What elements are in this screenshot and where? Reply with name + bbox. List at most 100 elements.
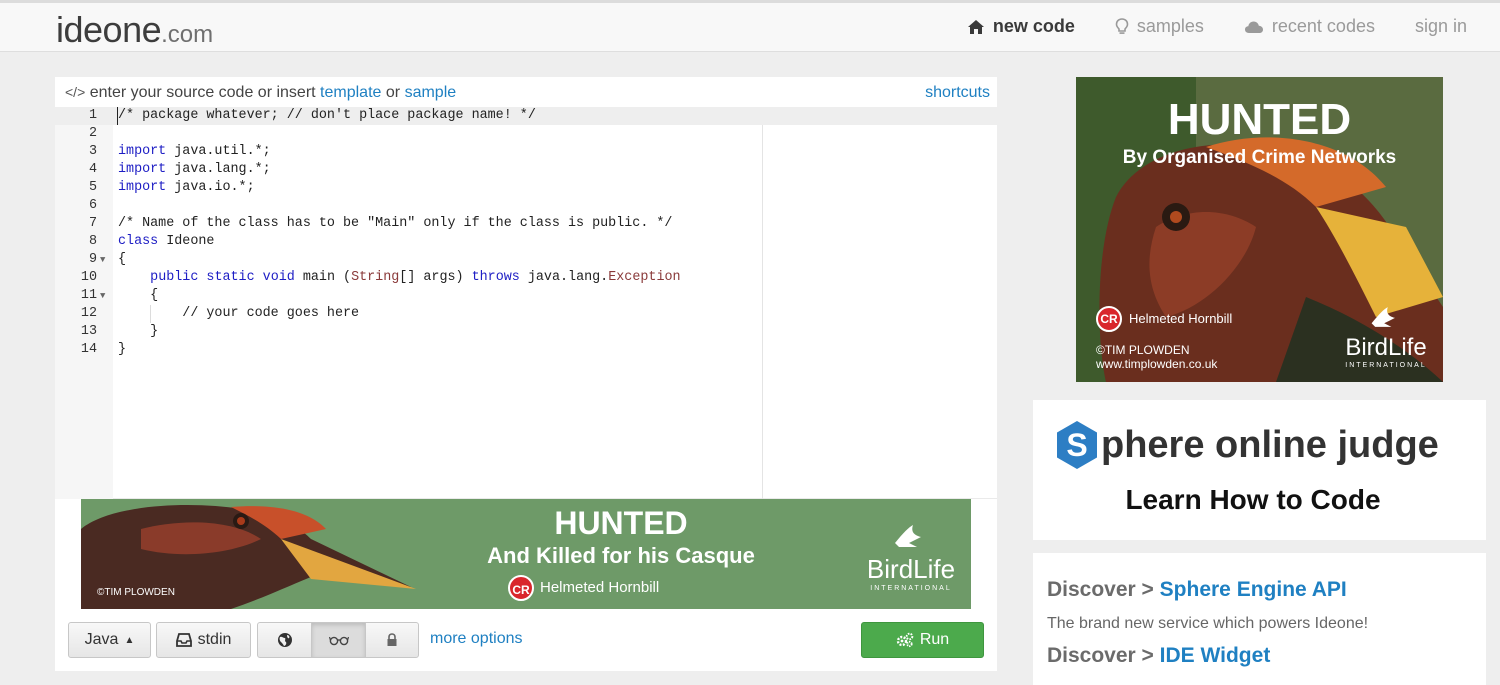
spoj-ad[interactable]: S phere online judge Learn How to Code [1033,400,1486,540]
stdin-button[interactable]: stdin [156,622,251,658]
logo-tld: .com [161,21,214,48]
nav-recent-codes[interactable]: recent codes [1244,16,1375,37]
spoj-brand: S phere online judge [1055,420,1439,470]
fold-arrow-icon[interactable]: ▼ [100,251,105,269]
shortcuts-link[interactable]: shortcuts [925,84,990,102]
code-line-text: } [118,324,159,339]
public-visibility-button[interactable] [257,622,312,658]
ide-widget-link[interactable]: IDE Widget [1160,644,1271,667]
ad-credit-url: www.timplowden.co.uk [1096,357,1218,371]
discover-prefix: Discover > [1047,644,1154,667]
discover-prefix: Discover > [1047,578,1154,601]
code-line[interactable]: 9 ▼ { [55,251,997,269]
run-label: Run [919,631,950,648]
nav-sign-in[interactable]: sign in [1415,16,1467,37]
code-line[interactable]: 13 } [55,323,997,341]
code-line[interactable]: 5 import java.io.*; [55,179,997,197]
code-line[interactable]: 2 [55,125,997,143]
editor-toolbar: Java ▲ stdin more options Run [55,609,997,671]
text-cursor [117,107,118,125]
code-line[interactable]: 11 ▼ { [55,287,997,305]
editor-header-or: or [385,84,401,101]
more-options-link[interactable]: more options [430,630,523,648]
inbox-icon [175,633,192,647]
language-select-button[interactable]: Java ▲ [68,622,151,658]
svg-text:S: S [1066,427,1087,463]
code-line[interactable]: 12 // your code goes here [55,305,997,323]
code-line-text: } [118,342,127,357]
bird-icon [895,525,921,547]
ad-credit-name: ©TIM PLOWDEN [1096,343,1190,357]
nav-new-code[interactable]: new code [967,16,1075,37]
editor-panel: </> enter your source code or insert tem… [55,77,997,671]
ad-credit: ©TIM PLOWDEN www.timplowden.co.uk [1096,343,1217,371]
spoj-logo-icon: S [1057,421,1097,469]
cloud-icon [1244,21,1263,33]
discover-item: Discover > Sphere Engine API [1047,578,1347,602]
top-navbar: ideone.com new code samples recent codes… [0,0,1500,52]
spoj-tagline: Learn How to Code [1125,484,1381,515]
discover-panel: Discover > Sphere Engine API The brand n… [1033,553,1486,685]
birdlife-name: BirdLife [1345,334,1427,361]
banner-species: Helmeted Hornbill [540,579,660,596]
ad-subtitle: By Organised Crime Networks [1122,147,1397,168]
site-logo[interactable]: ideone.com [56,9,213,51]
code-line[interactable]: 10 public static void main (String[] arg… [55,269,997,287]
main-nav: new code samples recent codes sign in [927,16,1467,37]
code-line-text: /* Name of the class has to be "Main" on… [118,216,673,231]
editor-header-prefix: enter your source code or insert [89,84,316,101]
language-label: Java [84,631,119,648]
banner-subtitle: And Killed for his Casque [487,543,755,568]
code-line[interactable]: 3 import java.util.*; [55,143,997,161]
code-editor[interactable]: 1 /* package whatever; // don't place pa… [55,107,997,499]
lock-icon [387,633,397,646]
template-link[interactable]: template [320,84,381,101]
globe-icon [277,633,292,647]
bird-icon [1371,307,1395,327]
home-icon [967,19,984,34]
code-line[interactable]: 6 [55,197,997,215]
discover-desc: The brand new service which powers Ideon… [1047,615,1369,632]
editor-header: </> enter your source code or insert tem… [55,77,997,107]
glasses-icon [328,636,349,646]
indent-guide [150,305,151,323]
private-visibility-button[interactable] [365,622,419,658]
unlisted-visibility-button[interactable] [311,622,366,658]
birdlife-logo: BirdLife INTERNATIONAL [863,523,959,592]
nav-sign-in-label: sign in [1414,16,1467,36]
banner-credit: ©TIM PLOWDEN [97,587,175,598]
code-line-text: // your code goes here [118,306,360,321]
birdlife-sub: INTERNATIONAL [1345,362,1427,369]
fold-arrow-icon[interactable]: ▼ [100,287,105,305]
spoj-name: phere online judge [1101,423,1439,466]
ad-species: Helmeted Hornbill [1129,311,1233,326]
run-button[interactable]: Run [861,622,984,658]
code-line[interactable]: 14 } [55,341,997,359]
banner-ad[interactable]: HUNTED And Killed for his Casque CR Helm… [81,499,971,609]
nav-samples-label: samples [1136,16,1204,36]
code-line-text: public static void main (String[] args) … [150,270,681,285]
code-line[interactable]: 4 import java.lang.*; [55,161,997,179]
cr-badge: CR [508,575,534,601]
code-line[interactable]: 1 /* package whatever; // don't place pa… [55,107,997,125]
code-line-text: { [118,288,159,303]
cr-badge: CR [1096,306,1122,332]
gears-icon [896,632,914,648]
code-line-text: import java.io.*; [118,180,255,195]
code-icon: </> [65,84,86,100]
code-line-text: class Ideone [118,234,215,249]
nav-samples[interactable]: samples [1115,16,1204,37]
birdlife-name: BirdLife [866,554,956,584]
stdin-label: stdin [197,631,232,648]
nav-recent-codes-label: recent codes [1271,16,1375,36]
code-line[interactable]: 7 /* Name of the class has to be "Main" … [55,215,997,233]
banner-title: HUNTED [554,505,688,541]
editor-header-text: </> enter your source code or insert tem… [65,84,456,102]
side-ad-hunted[interactable]: HUNTED By Organised Crime Networks CR He… [1076,77,1443,382]
code-line[interactable]: 8 class Ideone [55,233,997,251]
ad-title: HUNTED [1167,95,1352,144]
code-line-text: { [118,252,127,267]
lightbulb-icon [1115,17,1129,34]
sphere-engine-api-link[interactable]: Sphere Engine API [1160,578,1347,601]
sample-link[interactable]: sample [405,84,457,101]
